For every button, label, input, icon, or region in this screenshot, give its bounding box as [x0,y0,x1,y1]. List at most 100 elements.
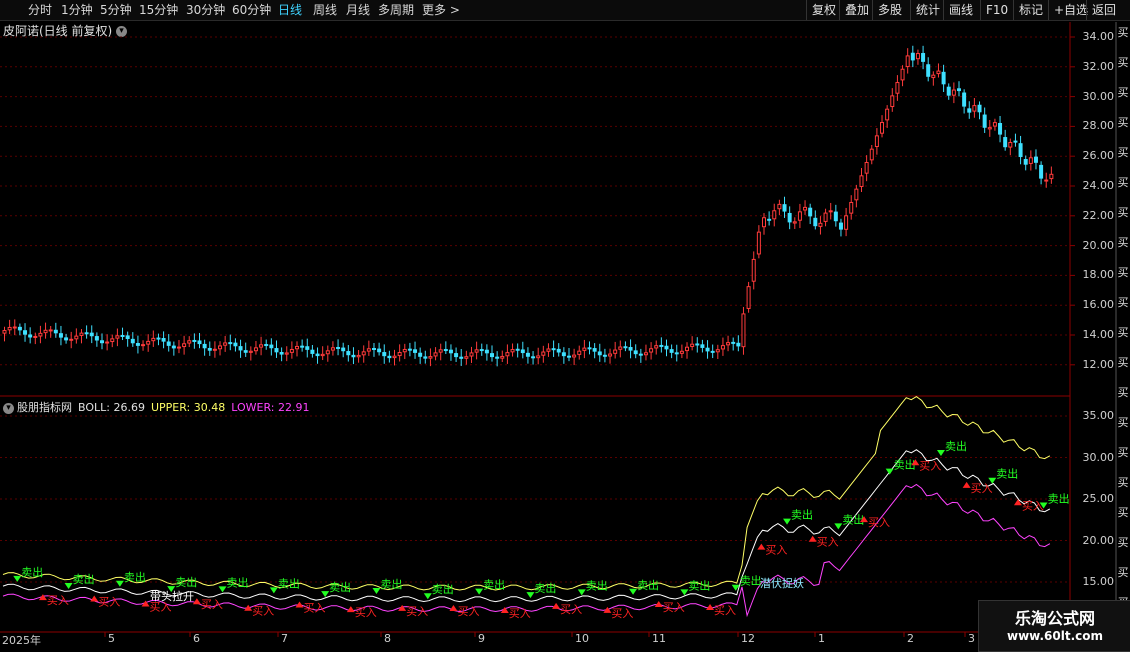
indicator-title: ▾ 股朋指标网 BOLL: 26.69 UPPER: 30.48 LOWER: 22.9… [3,399,315,415]
time-axis-label: 2025年 [2,634,41,647]
candle-body [7,326,12,331]
candle-body [613,349,618,354]
candle-body [228,342,233,345]
buy-arrow [962,481,971,488]
price-axis-label: 30.00 [1082,89,1115,103]
period-tab[interactable]: 1分钟 [61,2,93,18]
period-tab[interactable]: 5分钟 [100,2,132,18]
candle-body [700,344,705,348]
candle-body [23,330,28,335]
candle-body [289,348,294,353]
buy-label: 买入 [868,516,890,529]
period-tab[interactable]: 60分钟 [232,2,271,18]
candle-body [926,64,931,77]
ambush-label: 潜伏捉妖 [760,576,804,590]
candle-body [284,352,289,355]
toolbar-button[interactable]: 返回 [1086,0,1121,20]
time-axis-label: 12 [741,632,755,645]
buy-label: 买入 [98,595,120,608]
candle-body [151,337,156,342]
buy-arrow [244,604,253,611]
sell-arrow [988,477,997,484]
period-tab[interactable]: 分时 [28,2,52,18]
candle-body [561,352,566,357]
sell-label: 卖出 [432,582,454,596]
candle-body [880,122,885,134]
candle-body [823,212,828,222]
buy-arrow [859,516,868,523]
price-axis-label: 26.00 [1082,149,1115,163]
candle-body [977,104,982,113]
toolbar-button[interactable]: 统计 [910,0,945,20]
period-tab[interactable]: 30分钟 [186,2,225,18]
candle-body [279,352,284,355]
candle-body [351,354,356,358]
candle-body [12,326,17,329]
sell-label: 卖出 [894,458,916,472]
period-tab[interactable]: 月线 [346,2,370,18]
candle-body [64,337,69,341]
toolbar-button[interactable]: 标记 [1013,0,1048,20]
candle-body [685,346,690,352]
candle-body [79,332,84,336]
candle-body [551,348,556,351]
period-tab[interactable]: 周线 [313,2,337,18]
chevron-down-icon[interactable]: ▾ [116,26,128,37]
candle-body [705,347,710,352]
candle-body [212,348,217,351]
strip-char: 买 [1117,536,1129,549]
buy-arrow [38,594,47,601]
buy-label: 买入 [406,605,428,618]
candle-body [474,349,479,353]
period-tab[interactable]: 更多 > [422,2,460,18]
candle-body [479,349,484,352]
candle-body [710,350,715,353]
candle-body [382,352,387,357]
buy-label: 买入 [201,598,223,611]
time-axis-label: 5 [108,632,115,645]
buy-label: 买入 [47,594,69,607]
strip-char: 买 [1117,326,1129,339]
buy-arrow [911,459,920,466]
kline-chart[interactable]: 卖出买入卖出买入卖出买入卖出买入卖出买入卖出买入卖出买入卖出买入卖出买入卖出买入… [0,0,1130,650]
indicator-axis-label: 25.00 [1082,492,1115,505]
candle-body [377,348,382,353]
candle-body [387,355,392,359]
candle-body [777,203,782,210]
candle-body [407,348,412,351]
candle-body [361,351,366,356]
period-tab[interactable]: 多周期 [378,2,414,18]
candle-body [895,82,900,94]
candle-body [238,346,243,351]
toolbar-button[interactable]: 叠加 [839,0,874,20]
candle-body [767,218,772,221]
buy-label: 买入 [1022,499,1044,512]
candle-body [58,333,63,338]
candle-body [325,350,330,355]
candle-body [885,108,890,121]
period-tab[interactable]: 日线 [278,2,302,18]
candle-body [844,215,849,230]
toolbar: 分时 1分钟 5分钟 15分钟 30分钟 60分钟 日线 周线 月线 多周期 更多 > 复权 叠加 多股… [0,0,1130,21]
toolbar-button[interactable]: 画线 [943,0,978,20]
chevron-down-icon[interactable]: ▾ [3,402,14,414]
candle-body [315,353,320,357]
toolbar-button[interactable]: 复权 [806,0,841,20]
price-axis-label: 22.00 [1082,208,1115,222]
candle-body [454,353,459,358]
candle-body [28,334,33,338]
period-tab[interactable]: 15分钟 [139,2,178,18]
candle-body [833,211,838,222]
sell-arrow [1039,502,1048,509]
candle-body [572,354,577,358]
sell-arrow [64,583,73,590]
candle-body [192,339,197,342]
toolbar-button[interactable]: F10 [980,0,1013,20]
candle-body [664,345,669,350]
candle-body [156,337,161,340]
strip-char: 买 [1117,206,1129,219]
toolbar-button[interactable]: 多股 [872,0,907,20]
sell-arrow [269,587,278,594]
candle-body [761,217,766,228]
candle-body [243,350,248,353]
